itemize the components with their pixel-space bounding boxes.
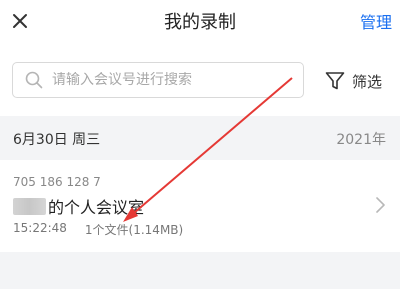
section-date: 6月30日 周三 (13, 132, 101, 148)
header-bar: 我的录制 管理 (0, 0, 400, 44)
section-year: 2021年 (336, 132, 386, 148)
close-icon (13, 14, 27, 28)
filter-icon (324, 70, 346, 92)
search-icon (24, 70, 44, 90)
search-input[interactable] (52, 72, 282, 88)
recording-meta: 15:22:48 1个文件(1.14MB) (13, 221, 183, 238)
search-box[interactable] (12, 62, 304, 98)
recording-name: 的个人会议室 (48, 198, 145, 217)
empty-area (0, 252, 400, 289)
date-section-header: 6月30日 周三 2021年 (0, 116, 400, 160)
chevron-right-icon (376, 197, 385, 213)
recording-list-item[interactable]: 705 186 128 7 的个人会议室 15:22:48 1个文件(1.14M… (0, 160, 400, 252)
redacted-name-blur (13, 197, 46, 215)
filter-label: 筛选 (352, 72, 383, 91)
recording-name-row: 的个人会议室 (13, 194, 144, 218)
search-row: 筛选 (0, 52, 400, 108)
recording-time: 15:22:48 (13, 221, 67, 235)
manage-button[interactable]: 管理 (360, 9, 392, 33)
recording-file-info: 1个文件(1.14MB) (84, 223, 184, 237)
page-title: 我的录制 (164, 12, 236, 33)
meeting-id: 705 186 128 7 (13, 175, 101, 189)
filter-button[interactable]: 筛选 (324, 70, 382, 92)
close-button[interactable] (8, 8, 32, 34)
